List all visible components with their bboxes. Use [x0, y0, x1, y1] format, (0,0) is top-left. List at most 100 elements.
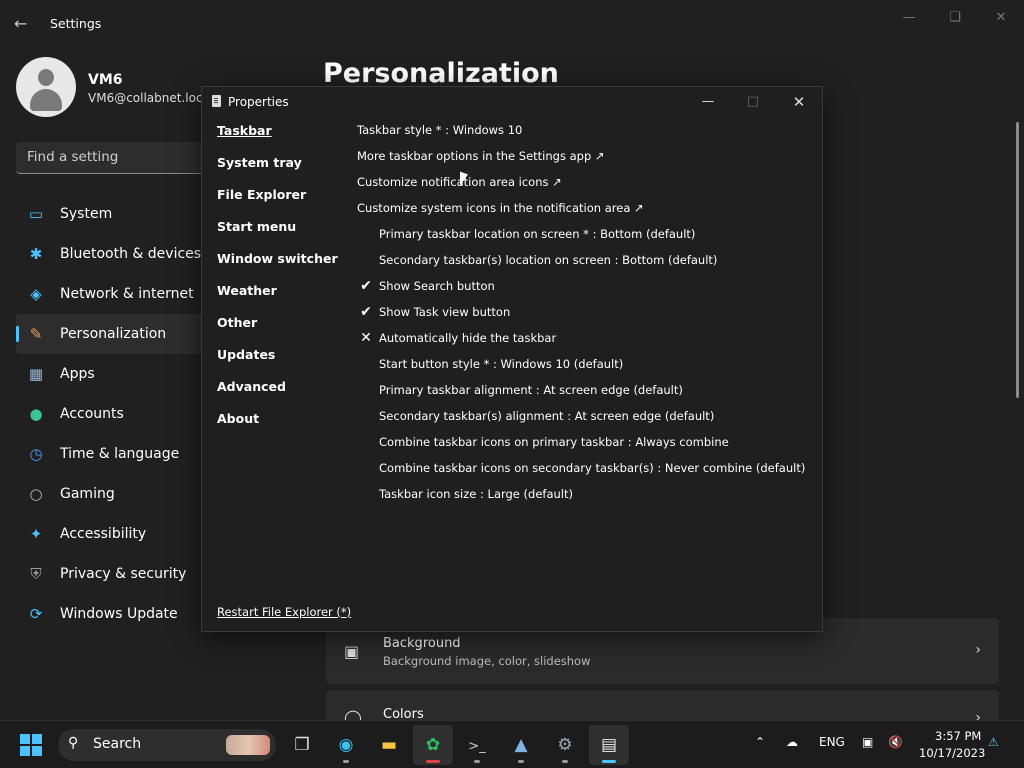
- bluetooth-icon: ✱: [29, 245, 43, 263]
- maximize-button[interactable]: ❏: [940, 8, 970, 28]
- search-input[interactable]: Find a setting: [16, 142, 216, 174]
- sidebar-item-privacy-security[interactable]: ⛨ Privacy & security: [16, 554, 206, 594]
- file-explorer-icon[interactable]: ▬: [369, 725, 409, 765]
- option-item[interactable]: Customize notification area icons ↗: [357, 173, 817, 199]
- person-icon: ●: [29, 405, 43, 423]
- terminal-icon[interactable]: >_: [457, 725, 497, 765]
- sidebar-item-gaming[interactable]: ○ Gaming: [16, 474, 206, 514]
- mouse-cursor-icon: [460, 171, 468, 189]
- option-item[interactable]: ✔ Show Search button: [357, 277, 817, 303]
- option-item[interactable]: ✔ Show Task view button: [357, 303, 817, 329]
- sidebar-item-accessibility[interactable]: ✦ Accessibility: [16, 514, 206, 554]
- sidebar-item-accounts[interactable]: ● Accounts: [16, 394, 206, 434]
- option-item[interactable]: Primary taskbar location on screen * : B…: [357, 225, 817, 251]
- option-label: Secondary taskbar(s) location on screen …: [379, 253, 718, 267]
- option-item[interactable]: Combine taskbar icons on secondary taskb…: [357, 459, 817, 485]
- sidebar-item-label: Apps: [60, 366, 95, 382]
- option-list: Taskbar style * : Windows 10 More taskbar…: [357, 121, 817, 511]
- option-item[interactable]: Taskbar style * : Windows 10: [357, 121, 817, 147]
- shield-icon: ⛨: [30, 565, 42, 583]
- sidebar-item-apps[interactable]: ▦ Apps: [16, 354, 206, 394]
- option-item[interactable]: More taskbar options in the Settings app…: [357, 147, 817, 173]
- option-item[interactable]: Start button style * : Windows 10 (defau…: [357, 355, 817, 381]
- sidebar-item-label: Time & language: [60, 446, 180, 462]
- settings-titlebar: ← Settings — ❏ ✕: [0, 0, 1024, 48]
- avatar[interactable]: [16, 57, 76, 117]
- option-label: Primary taskbar alignment : At screen ed…: [379, 383, 683, 397]
- dialog-tab-taskbar[interactable]: Taskbar: [217, 123, 338, 155]
- close-button[interactable]: ✕: [986, 8, 1016, 28]
- sidebar-nav: ▭ System ✱ Bluetooth & devices ◈ Network & in…: [16, 194, 206, 634]
- sidebar-item-time-language[interactable]: ◷ Time & language: [16, 434, 206, 474]
- sidebar-item-personalization[interactable]: ✎ Personalization: [16, 314, 206, 354]
- sidebar-item-system[interactable]: ▭ System: [16, 194, 206, 234]
- taskbar-search[interactable]: ⚲ Search: [58, 729, 276, 761]
- sidebar-item-label: Network & internet: [60, 286, 194, 302]
- option-label: Automatically hide the taskbar: [379, 331, 557, 345]
- dialog-maximize-button[interactable]: □: [738, 91, 768, 113]
- cross-icon: ✕: [360, 330, 372, 346]
- clock-globe-icon: ◷: [29, 445, 43, 463]
- taskbar-search-label: Search: [93, 736, 142, 752]
- update-icon: ⟳: [29, 605, 43, 623]
- dialog-tab-about[interactable]: About: [217, 411, 338, 443]
- dialog-tab-weather[interactable]: Weather: [217, 283, 338, 315]
- settings-icon[interactable]: ⚙: [545, 725, 585, 765]
- photos-icon[interactable]: ▲: [501, 725, 541, 765]
- option-label: Customize system icons in the notificati…: [357, 201, 644, 215]
- option-item[interactable]: ✕ Automatically hide the taskbar: [357, 329, 817, 355]
- chevron-right-icon: ›: [975, 642, 981, 658]
- dialog-tab-file-explorer[interactable]: File Explorer: [217, 187, 338, 219]
- evernote-icon[interactable]: ✿: [413, 725, 453, 765]
- option-item[interactable]: Taskbar icon size : Large (default): [357, 485, 817, 511]
- clock-time[interactable]: 3:57 PM: [935, 729, 981, 743]
- option-item[interactable]: Secondary taskbar(s) location on screen …: [357, 251, 817, 277]
- language-indicator[interactable]: ENG: [819, 735, 845, 749]
- card-subtitle: Background image, color, slideshow: [383, 654, 591, 668]
- sidebar-item-label: Accounts: [60, 406, 124, 422]
- gamepad-icon: ○: [29, 485, 43, 503]
- option-item[interactable]: Combine taskbar icons on primary taskbar…: [357, 433, 817, 459]
- minimize-button[interactable]: —: [894, 8, 924, 28]
- chevron-up-icon[interactable]: ⌃: [755, 735, 765, 749]
- colors-card[interactable]: ◯ Colors ›: [326, 690, 999, 727]
- notification-bell-icon[interactable]: ⚠: [988, 735, 999, 749]
- clock-date[interactable]: 10/17/2023: [919, 746, 985, 760]
- dialog-tab-updates[interactable]: Updates: [217, 347, 338, 379]
- user-name: VM6: [88, 72, 123, 88]
- scrollbar[interactable]: [1016, 122, 1019, 398]
- start-button[interactable]: [20, 734, 42, 756]
- dialog-tab-advanced[interactable]: Advanced: [217, 379, 338, 411]
- option-item[interactable]: Secondary taskbar(s) alignment : At scre…: [357, 407, 817, 433]
- user-email: VM6@collabnet.local: [88, 91, 214, 105]
- restart-explorer-link[interactable]: Restart File Explorer (*): [217, 605, 351, 619]
- sidebar-item-bluetooth-devices[interactable]: ✱ Bluetooth & devices: [16, 234, 206, 274]
- edge-icon[interactable]: ◉: [326, 725, 366, 765]
- dialog-tab-start-menu[interactable]: Start menu: [217, 219, 338, 251]
- option-label: Secondary taskbar(s) alignment : At scre…: [379, 409, 715, 423]
- back-arrow-icon[interactable]: ←: [14, 14, 34, 34]
- sidebar-item-windows-update[interactable]: ⟳ Windows Update: [16, 594, 206, 634]
- dialog-tab-other[interactable]: Other: [217, 315, 338, 347]
- volume-muted-icon[interactable]: 🔇: [888, 735, 903, 749]
- option-item[interactable]: Customize system icons in the notificati…: [357, 199, 817, 225]
- sidebar-item-label: Privacy & security: [60, 566, 187, 582]
- sidebar-item-label: Personalization: [60, 326, 167, 342]
- task-view-icon[interactable]: ❐: [282, 725, 322, 765]
- apps-icon: ▦: [28, 365, 44, 383]
- properties-icon[interactable]: ▤: [589, 725, 629, 765]
- dialog-tab-window-switcher[interactable]: Window switcher: [217, 251, 338, 283]
- sidebar-item-network-internet[interactable]: ◈ Network & internet: [16, 274, 206, 314]
- dialog-close-button[interactable]: ✕: [784, 91, 814, 113]
- option-label: Show Task view button: [379, 305, 511, 319]
- onedrive-icon[interactable]: ☁: [786, 735, 798, 749]
- brush-icon: ✎: [29, 325, 43, 343]
- option-label: Combine taskbar icons on primary taskbar…: [379, 435, 729, 449]
- properties-dialog: Properties — □ ✕ Taskbar System tray File …: [201, 86, 823, 632]
- dialog-tab-system-tray[interactable]: System tray: [217, 155, 338, 187]
- checkmark-icon: ✔: [360, 304, 372, 320]
- option-label: Taskbar icon size : Large (default): [379, 487, 573, 501]
- dialog-minimize-button[interactable]: —: [693, 91, 723, 113]
- network-icon[interactable]: ▣: [862, 735, 873, 749]
- option-item[interactable]: Primary taskbar alignment : At screen ed…: [357, 381, 817, 407]
